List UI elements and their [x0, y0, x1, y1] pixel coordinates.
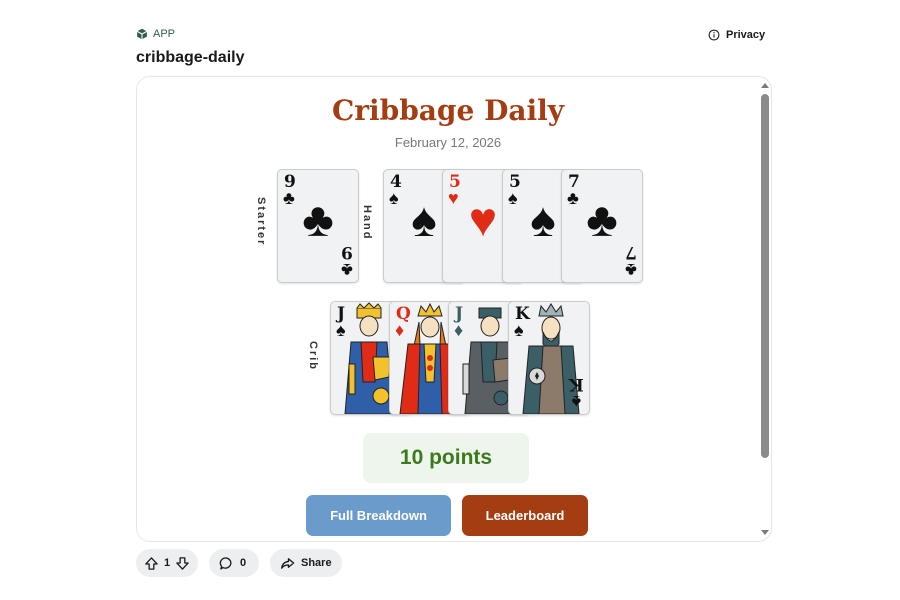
score-display: 10 points	[363, 433, 529, 483]
cube-icon	[136, 28, 148, 40]
game-date: February 12, 2026	[394, 135, 502, 150]
privacy-label: Privacy	[726, 29, 766, 41]
card-suit: ♠	[514, 320, 524, 340]
share-button[interactable]: Share	[270, 549, 342, 577]
scrollbar-thumb[interactable]	[761, 94, 769, 458]
card-corner-rank: 9	[341, 242, 353, 262]
card-suit-center: ♠	[530, 194, 556, 247]
comments-button[interactable]: 0	[209, 549, 259, 577]
card-suit: ♠	[389, 188, 399, 208]
upvote-count: 1	[163, 557, 171, 569]
card-corner: ♣ 7	[625, 242, 637, 280]
leaderboard-button[interactable]: Leaderboard	[462, 495, 588, 536]
full-breakdown-button[interactable]: Full Breakdown	[306, 495, 451, 536]
privacy-link[interactable]: Privacy	[708, 29, 765, 41]
scrollbar[interactable]	[760, 81, 770, 537]
hand-label: Hand	[361, 205, 373, 241]
downvote-icon[interactable]	[175, 556, 190, 571]
card-corner: ♣ 9	[341, 242, 353, 280]
share-label: Share	[301, 557, 332, 569]
vote-control: 1	[136, 549, 198, 577]
card-suit: ♣	[283, 188, 295, 208]
game-title: Cribbage Daily	[331, 94, 565, 127]
scroll-up-arrow[interactable]	[761, 83, 769, 88]
app-name: cribbage-daily	[136, 49, 245, 66]
card-suit-center: ♣	[302, 194, 334, 247]
card-suit: ♦	[454, 320, 464, 340]
card-suit: ♠	[508, 188, 518, 208]
info-icon	[708, 29, 720, 41]
card-corner-rank: K	[569, 374, 584, 394]
card-suit: ♠	[336, 320, 346, 340]
app-badge-label: APP	[153, 28, 176, 40]
card-corner: ♠ K	[569, 374, 584, 412]
app-frame: Cribbage Daily February 12, 2026 Starter…	[136, 76, 772, 542]
app-badge: APP	[136, 28, 175, 40]
scroll-down-arrow[interactable]	[761, 530, 769, 535]
card-corner-suit: ♣	[341, 260, 353, 280]
crib-label: Crib	[307, 341, 319, 371]
comment-icon	[219, 556, 232, 570]
hand-card-4[interactable]: 7 ♣ ♣ ♣ 7	[561, 169, 643, 283]
starter-card[interactable]: 9 ♣ ♣ ♣ 9	[277, 169, 359, 283]
card-corner-suit: ♠	[571, 392, 582, 412]
comment-count: 0	[240, 557, 247, 569]
card-suit-center: ♠	[411, 194, 437, 247]
card-corner-rank: 7	[625, 242, 637, 262]
card-suit-center: ♣	[586, 194, 618, 247]
card-corner-suit: ♣	[625, 260, 637, 280]
card-suit: ♥	[448, 188, 459, 208]
upvote-icon[interactable]	[144, 556, 159, 571]
starter-label: Starter	[255, 197, 267, 247]
card-suit-center: ♥	[468, 194, 498, 247]
card-suit: ♦	[395, 320, 405, 340]
share-icon	[281, 557, 295, 569]
crib-card-4[interactable]: K ♠ ♠ K	[508, 301, 590, 415]
card-suit: ♣	[567, 188, 579, 208]
